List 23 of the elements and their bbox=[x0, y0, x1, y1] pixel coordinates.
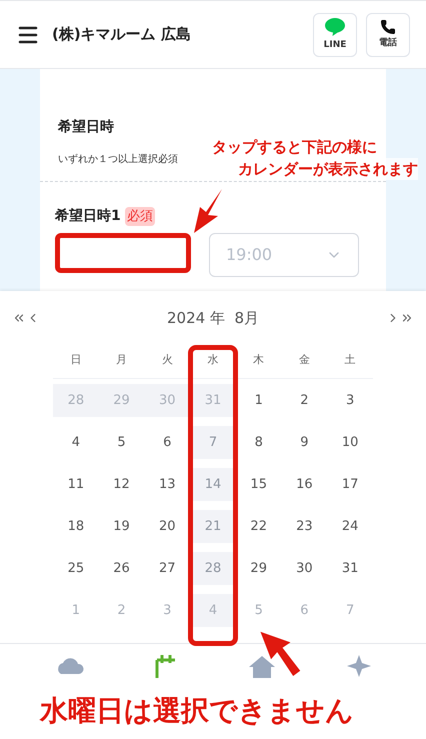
calendar-title: 2024 年 8月 bbox=[166, 308, 260, 329]
chat-bubble-icon bbox=[324, 16, 346, 37]
phone-icon bbox=[380, 18, 396, 35]
weekday-label: 火 bbox=[160, 352, 174, 368]
weekday-label: 日 bbox=[69, 352, 82, 368]
annotation-caption: 水曜日は選択できません bbox=[40, 693, 354, 729]
header-button[interactable]: 電話 bbox=[366, 12, 410, 56]
annotation-text: カレンダーが表示されます bbox=[238, 158, 418, 180]
weekday-label: 金 bbox=[298, 352, 311, 368]
annotation-text: タップすると下記の様に bbox=[212, 136, 377, 158]
weekday-label: 土 bbox=[344, 352, 357, 368]
weekday-label: 月 bbox=[115, 352, 128, 368]
section-title: 希望日時 bbox=[58, 118, 114, 137]
required-badge: 必須 bbox=[124, 206, 155, 226]
weekday-label: 木 bbox=[252, 352, 266, 368]
house-icon[interactable] bbox=[246, 654, 276, 678]
section-note: いずれか１つ以上選択必須 bbox=[58, 152, 178, 167]
field-label: 希望日時1 bbox=[55, 207, 121, 226]
site-title: (株)キマルーム 広島 bbox=[52, 24, 192, 46]
header-button[interactable]: LINE bbox=[313, 12, 357, 56]
star-icon[interactable] bbox=[346, 654, 372, 678]
date-field[interactable] bbox=[55, 233, 191, 273]
weekday-label: 水 bbox=[206, 352, 220, 368]
